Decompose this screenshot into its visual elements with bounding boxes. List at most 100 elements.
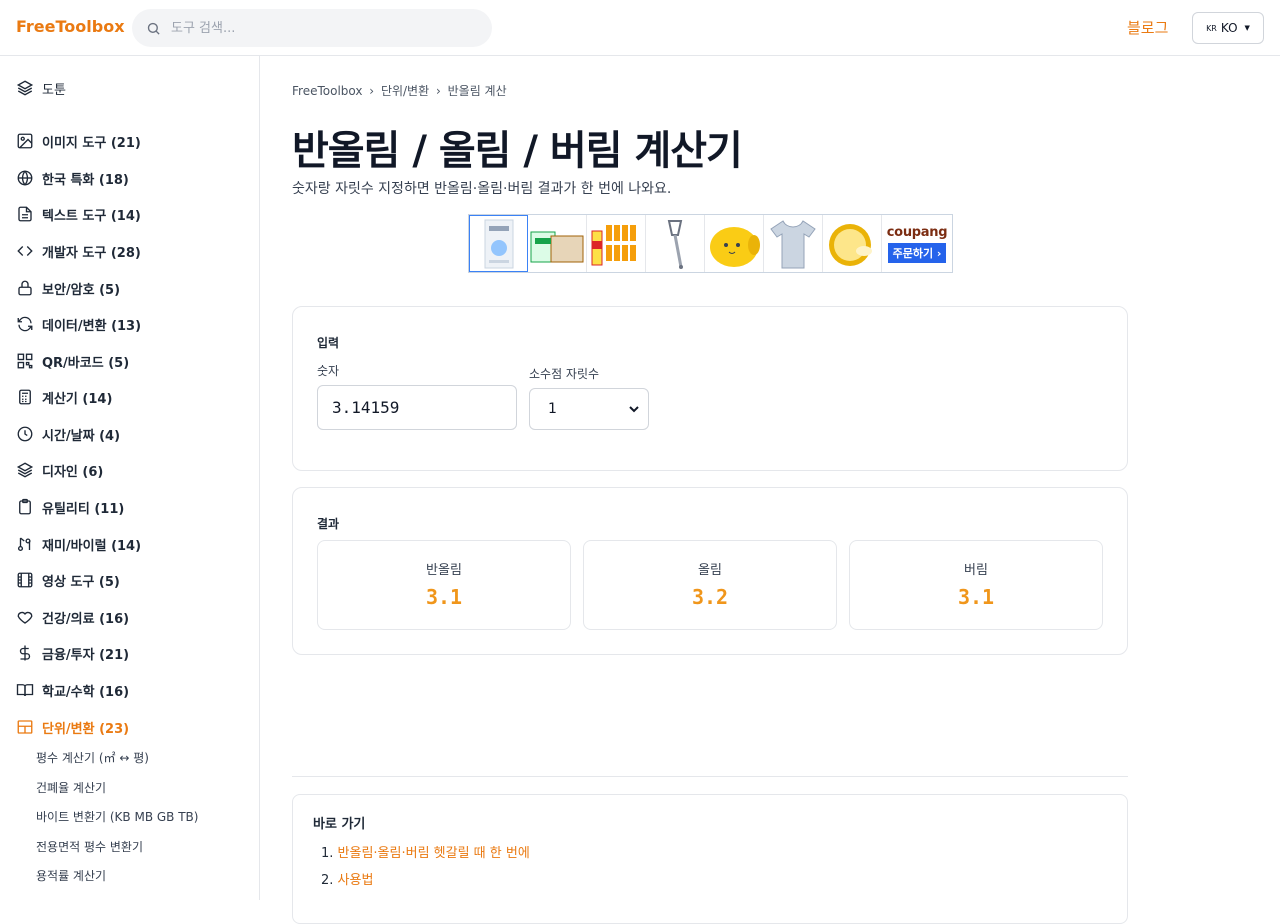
sidebar-item-health[interactable]: 건강/의료 (16) xyxy=(16,605,129,629)
result-floor: 버림 3.1 xyxy=(849,540,1103,630)
blog-link[interactable]: 블로그 xyxy=(1127,17,1168,38)
sidebar-subitem-byte[interactable]: 바이트 변환기 (KB MB GB TB) xyxy=(36,808,198,826)
sidebar-item-qr[interactable]: QR/바코드 (5) xyxy=(16,349,129,373)
sidebar-item-finance[interactable]: 금융/투자 (21) xyxy=(16,641,129,665)
decimals-selected-value: 1 xyxy=(548,401,557,417)
result-card: 결과 반올림 3.1 올림 3.2 버림 3.1 xyxy=(292,487,1128,655)
sidebar-item-label: 단위/변환 (23) xyxy=(42,721,130,737)
chevron-down-icon xyxy=(629,406,639,413)
ad-brand-box[interactable]: coupang 주문하기 › xyxy=(882,215,952,272)
ad-product-thumb[interactable] xyxy=(587,215,646,272)
sidebar-item-label: 유틸리티 (11) xyxy=(42,501,125,517)
breadcrumb-separator: › xyxy=(369,84,375,98)
sidebar-item-label: 금융/투자 (21) xyxy=(42,647,130,663)
result-value: 3.1 xyxy=(425,585,463,609)
heart-icon xyxy=(17,611,33,624)
sidebar-item-calculator[interactable]: 계산기 (14) xyxy=(16,385,112,409)
globe-icon xyxy=(17,170,33,186)
decimals-label: 소수점 자릿수 xyxy=(529,367,600,381)
sidebar-item-utility[interactable]: 유틸리티 (11) xyxy=(16,495,124,519)
result-value: 3.1 xyxy=(957,585,995,609)
toc-item: 1. 반올림·올림·버림 헷갈릴 때 한 번에 xyxy=(321,842,530,861)
sidebar-item-data-convert[interactable]: 데이터/변환 (13) xyxy=(16,312,141,336)
sidebar-item-label: 텍스트 도구 (14) xyxy=(42,208,141,224)
clock-icon xyxy=(17,426,33,442)
image-icon xyxy=(17,133,33,149)
sidebar-item-label: 개발자 도구 (28) xyxy=(42,245,141,261)
toc-item: 2. 사용법 xyxy=(321,869,373,888)
refresh-icon xyxy=(17,316,33,332)
layers-icon xyxy=(16,462,34,478)
sidebar-item-fun[interactable]: 재미/바이럴 (14) xyxy=(16,532,141,556)
sidebar-item-image-tools[interactable]: 이미지 도구 (21) xyxy=(16,129,141,153)
search-icon xyxy=(147,22,160,35)
breadcrumb-home[interactable]: FreeToolbox xyxy=(292,84,362,98)
sidebar-item-label: 이미지 도구 (21) xyxy=(42,135,141,151)
breadcrumb-category[interactable]: 단위/변환 xyxy=(381,84,429,98)
toc-item-number: 2. xyxy=(321,873,334,888)
search-input[interactable] xyxy=(171,20,471,36)
sidebar-item-top[interactable]: 도툰 xyxy=(16,76,66,100)
sidebar-item-text-tools[interactable]: 텍스트 도구 (14) xyxy=(16,202,141,226)
flag-icon: KR xyxy=(1206,23,1217,33)
breadcrumb-current: 반올림 계산 xyxy=(447,84,507,98)
result-card-title: 결과 xyxy=(317,517,340,531)
ad-product-thumb[interactable] xyxy=(823,215,882,272)
result-value: 3.2 xyxy=(691,585,729,609)
result-round: 반올림 3.1 xyxy=(317,540,571,630)
ad-banner[interactable]: coupang 주문하기 › xyxy=(468,214,953,273)
sidebar-item-video[interactable]: 영상 도구 (5) xyxy=(16,568,120,592)
ad-order-button[interactable]: 주문하기 › xyxy=(887,242,947,263)
caret-down-icon: ▼ xyxy=(1244,24,1250,32)
sidebar-item-label: 보안/암호 (5) xyxy=(42,282,121,298)
breadcrumb: FreeToolbox › 단위/변환 › 반올림 계산 xyxy=(292,82,510,99)
sidebar-item-korea[interactable]: 한국 특화 (18) xyxy=(16,166,129,190)
calculator-icon xyxy=(19,389,31,405)
music-icon xyxy=(17,537,31,552)
result-label: 버림 xyxy=(964,563,988,578)
ad-product-thumb[interactable] xyxy=(646,215,705,272)
sidebar-item-label: 도툰 xyxy=(42,82,66,98)
film-icon xyxy=(17,572,33,588)
language-selector[interactable]: KR KO ▼ xyxy=(1192,12,1264,44)
document-icon xyxy=(18,206,32,222)
search-bar[interactable] xyxy=(132,9,492,47)
sidebar-item-security[interactable]: 보안/암호 (5) xyxy=(16,276,120,300)
code-icon xyxy=(17,246,33,256)
book-icon xyxy=(16,684,34,697)
toc-link[interactable]: 반올림·올림·버림 헷갈릴 때 한 번에 xyxy=(338,846,530,861)
sidebar-item-design[interactable]: 디자인 (6) xyxy=(16,458,103,482)
sidebar-subitem-coverage[interactable]: 건폐율 계산기 xyxy=(36,779,106,797)
sidebar-subitem-exclusive-area[interactable]: 전용면적 평수 변환기 xyxy=(36,838,143,856)
sidebar-item-school[interactable]: 학교/수학 (16) xyxy=(16,678,129,702)
sidebar-item-unit-convert[interactable]: 단위/변환 (23) xyxy=(16,715,129,739)
sidebar-subitem-pyeong[interactable]: 평수 계산기 (㎡ ↔ 평) xyxy=(36,749,149,767)
sidebar-item-label: 한국 특화 (18) xyxy=(42,172,129,188)
ad-product-thumb[interactable] xyxy=(764,215,823,272)
input-card-title: 입력 xyxy=(317,336,340,350)
toc-link[interactable]: 사용법 xyxy=(338,873,374,888)
toc-item-number: 1. xyxy=(321,846,334,861)
sidebar-item-dev-tools[interactable]: 개발자 도구 (28) xyxy=(16,239,141,263)
ad-product-thumb[interactable] xyxy=(469,215,528,272)
sidebar-subitem-floor-ratio[interactable]: 용적률 계산기 xyxy=(36,867,106,885)
language-label: KO xyxy=(1220,21,1238,35)
sidebar-item-label: 학교/수학 (16) xyxy=(42,684,130,700)
sidebar-item-label: QR/바코드 (5) xyxy=(42,355,130,371)
breadcrumb-separator: › xyxy=(435,84,441,98)
toc-title: 바로 가기 xyxy=(313,817,366,832)
number-input[interactable] xyxy=(317,385,517,430)
qr-icon xyxy=(17,353,33,369)
ad-product-thumb[interactable] xyxy=(528,215,587,272)
main-content: FreeToolbox › 단위/변환 › 반올림 계산 반올림 / 올림 / … xyxy=(260,56,1280,924)
clipboard-icon xyxy=(19,498,31,515)
site-logo[interactable]: FreeToolbox xyxy=(16,17,125,36)
sidebar-item-time[interactable]: 시간/날짜 (4) xyxy=(16,422,120,446)
section-divider xyxy=(292,776,1128,777)
lock-icon xyxy=(18,280,32,296)
top-header: FreeToolbox 블로그 KR KO ▼ xyxy=(0,0,1280,56)
ad-product-thumb[interactable] xyxy=(705,215,764,272)
decimals-select[interactable]: 1 xyxy=(529,388,649,430)
sidebar: 도툰 이미지 도구 (21) 한국 특화 (18) 텍스트 도구 (14) 개발… xyxy=(0,56,260,900)
result-label: 올림 xyxy=(698,563,722,578)
